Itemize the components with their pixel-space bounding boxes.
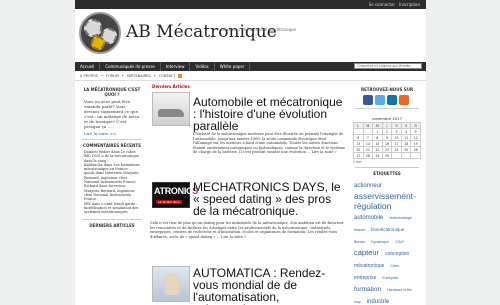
tag-link[interactable]: industrie <box>367 299 390 305</box>
tag-link[interactable]: automobile <box>354 215 383 221</box>
nav-item-communiques[interactable]: Communiqués de presse <box>100 62 161 71</box>
nav-item-white-paper[interactable]: White paper <box>215 62 251 71</box>
article-title[interactable]: Automobile et mécatronique : l'histoire … <box>193 96 347 132</box>
calendar-day <box>391 152 402 159</box>
thumbnail-date: LE 30 MAI 2013 <box>156 200 182 204</box>
tag-link[interactable]: actionneur <box>354 183 382 189</box>
rss-icon[interactable] <box>399 95 409 105</box>
comment-item[interactable]: quarb dans Interview Marjorie Bernard, i… <box>84 171 140 184</box>
article-thumbnail[interactable] <box>152 92 190 126</box>
search-input[interactable]: Cherchez et cliquez sur Entrée <box>354 63 422 69</box>
nav-item-interview[interactable]: Interview <box>161 62 191 71</box>
login-link[interactable]: Se connecter <box>369 2 395 7</box>
right-sidebar: RETROUVEZ-NOUS SUR novembre 2017 LMMJVSD… <box>351 84 423 305</box>
last-articles-title: DERNIERS ARTICLES <box>89 223 135 229</box>
article-title[interactable]: MECHATRONICS DAYS, le « speed dating » d… <box>193 181 347 217</box>
comments-title: COMMENTAIRES RÉCENTS <box>83 143 141 148</box>
divider <box>355 108 419 109</box>
register-link[interactable]: Inscription <box>399 2 420 7</box>
separator: • <box>153 73 156 78</box>
main-content: Derniers Articles Automobile et mécatron… <box>150 84 346 305</box>
main-nav: Accueil Communiqués de presse Interview … <box>75 62 426 71</box>
nav-item-videos[interactable]: Vidéos <box>190 62 215 71</box>
tag-link[interactable]: Entreprise <box>382 276 398 280</box>
tag-link[interactable]: entreprise <box>354 275 376 281</box>
nav-item-accueil[interactable]: Accueil <box>75 62 101 71</box>
calendar-day[interactable]: 30 <box>381 152 393 159</box>
divider <box>355 167 419 168</box>
site-title[interactable]: AB Mécatronique <box>126 22 277 42</box>
article-excerpt: Cela n'est rien de plus qu'un dating pou… <box>150 221 344 239</box>
tag-link[interactable]: asservissement-régulation <box>354 191 416 211</box>
twitter-icon[interactable] <box>375 95 385 105</box>
linkedin-icon[interactable] <box>387 95 397 105</box>
calendar: LMMJVSD 1 2 3 4 5 6 7 8 9 10 11 12 13 14 15 16 17 18 19 20 2… <box>353 122 421 159</box>
tag-link[interactable]: Bureau <box>354 240 365 244</box>
calendar-day <box>410 152 421 159</box>
comment-item[interactable]: HW dans L'outil Irradi garde : modélisat… <box>84 202 140 215</box>
article-title[interactable]: AUTOMATICA : Rendez-vous mondial de de l… <box>193 267 347 305</box>
facebook-icon[interactable] <box>363 95 373 105</box>
link-contact[interactable]: CONTACT <box>159 74 176 78</box>
about-read-more-link[interactable]: Lire la suite >> <box>78 131 146 136</box>
comment-item[interactable]: Damien Weber dans Le robot BIG DOG a de … <box>84 150 140 163</box>
link-partenaires[interactable]: PARTENAIRES <box>127 74 151 78</box>
divider <box>82 219 142 221</box>
thumbnail-brand: ATRONICS <box>154 186 198 196</box>
page-wrapper: Se connecter Inscription AB Mécatronique… <box>75 0 426 305</box>
divider <box>82 139 142 140</box>
gear-icon <box>91 36 105 50</box>
tag-link[interactable]: bureau <box>354 228 365 232</box>
separator: • <box>121 73 124 78</box>
article-thumbnail[interactable] <box>152 266 190 302</box>
subscribe-title: RETROUVEZ-NOUS SUR <box>360 87 414 92</box>
article-thumbnail[interactable]: ATRONICS LE 30 MAI 2013 <box>152 182 198 208</box>
tag-link[interactable]: Créer <box>390 264 399 268</box>
calendar-title: novembre 2017 <box>371 116 403 121</box>
tag-link[interactable]: biomécatronique <box>371 227 404 232</box>
site-logo[interactable] <box>79 12 121 54</box>
left-sidebar: LA MÉCATRONIQUE C'EST QUOI ? Vous en ave… <box>78 84 146 228</box>
tag-cloud: actionneur asservissement-régulation aut… <box>351 176 423 305</box>
article-excerpt: L'histoire de la mécatronique moderne pe… <box>193 132 345 155</box>
link-forum[interactable]: FORUM <box>106 74 119 78</box>
comment-item[interactable]: Kahlouche dans Les formations mécatroniq… <box>84 163 140 172</box>
secondary-nav: À PROPOS • FORUM • PARTENAIRES • CONTACT <box>75 71 426 81</box>
tag-link[interactable]: Dynamique <box>371 240 389 244</box>
comment-item[interactable]: Richard dans Interview Marjorie Bernard,… <box>84 184 140 201</box>
site-tagline: Le portail de l'actualité mécatronique <box>221 27 297 32</box>
tag-link[interactable]: formation <box>354 286 381 293</box>
tag-link[interactable]: biotechnologie <box>389 216 412 220</box>
about-text: Vous en avez peut-être entendu parlé? Vo… <box>84 99 140 129</box>
site-header: AB Mécatronique Le portail de l'actualit… <box>75 9 426 62</box>
calendar-day[interactable]: 27 <box>353 152 364 159</box>
social-links <box>363 95 423 105</box>
calendar-prev-link[interactable]: « avr <box>353 160 421 164</box>
top-bar: Se connecter Inscription <box>75 0 426 9</box>
link-a-propos[interactable]: À PROPOS <box>80 74 98 78</box>
calendar-day <box>400 152 412 159</box>
calendar-day[interactable]: 29 <box>372 152 383 159</box>
section-label: Derniers Articles <box>152 84 190 89</box>
tag-link[interactable]: CAO <box>395 239 404 244</box>
tag-link[interactable]: capteur <box>354 248 379 257</box>
separator: • <box>100 73 103 78</box>
about-title: LA MÉCATRONIQUE C'EST QUOI ? <box>83 87 141 97</box>
comments-list: Damien Weber dans Le robot BIG DOG a de … <box>78 148 146 216</box>
calendar-day[interactable]: 28 <box>362 152 374 159</box>
gear-icon <box>84 19 102 37</box>
rss-icon[interactable] <box>178 73 183 78</box>
